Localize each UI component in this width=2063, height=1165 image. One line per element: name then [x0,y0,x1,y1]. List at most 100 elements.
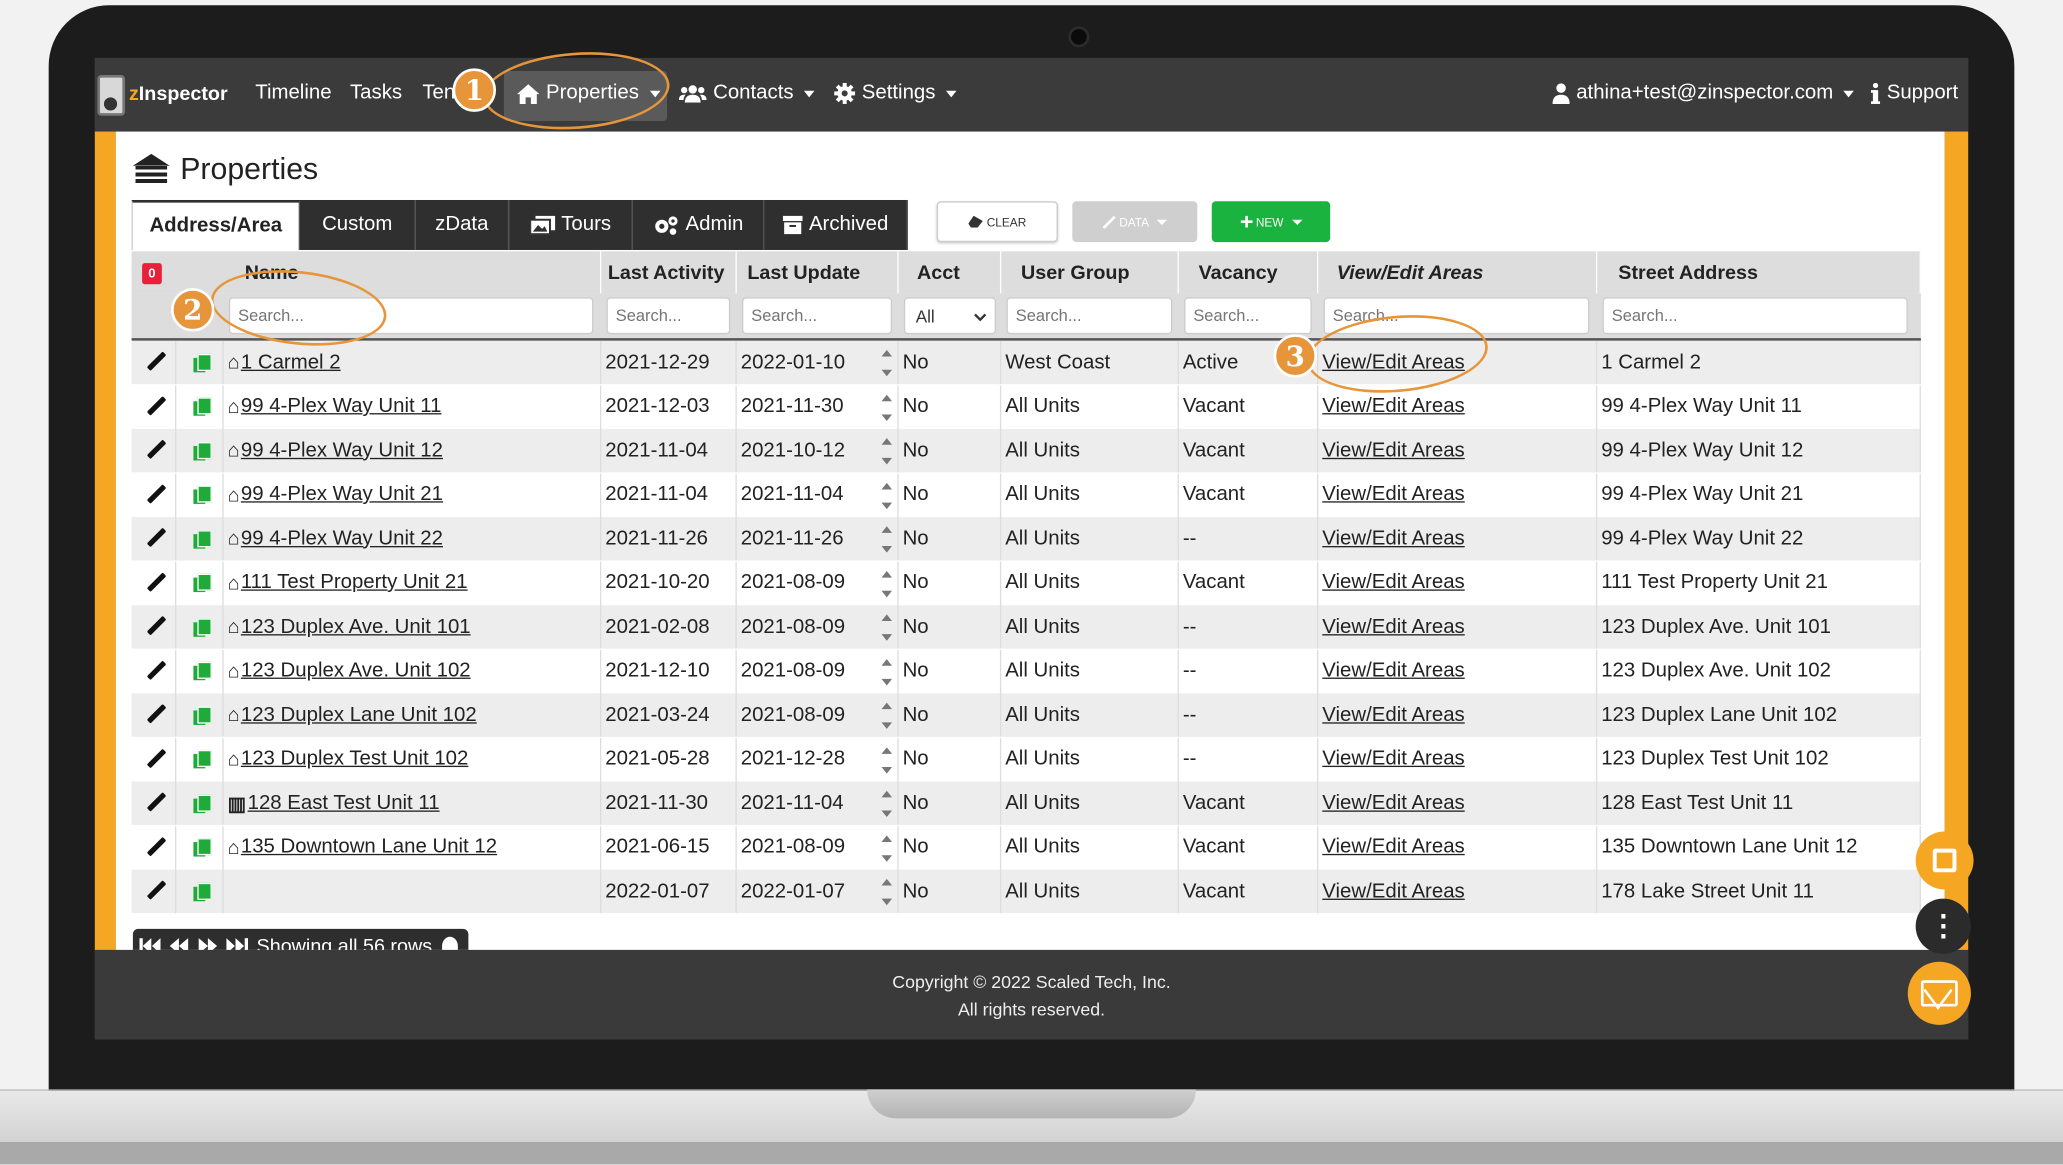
nav-properties[interactable]: Properties [517,82,661,106]
brand-logo-icon[interactable] [97,74,125,116]
column-header-acct[interactable]: Acct [899,251,1002,294]
nav-settings[interactable]: Settings [834,82,957,106]
pencil-icon[interactable] [144,660,166,682]
property-name-link[interactable]: 99 4-Plex Way Unit 21 [241,483,443,507]
copy-icon[interactable] [193,441,212,460]
sort-spinner-icon[interactable] [881,347,893,379]
sort-spinner-icon[interactable] [881,391,893,423]
sort-spinner-icon[interactable] [881,480,893,512]
copy-icon[interactable] [193,882,212,901]
pencil-icon[interactable] [144,572,166,594]
view-edit-areas-link[interactable]: View/Edit Areas [1322,571,1464,595]
view-edit-areas-link[interactable]: View/Edit Areas [1322,880,1464,904]
lightbulb-icon[interactable] [442,936,459,950]
property-name-link[interactable]: 123 Duplex Test Unit 102 [241,747,469,771]
property-name-link[interactable]: 99 4-Plex Way Unit 11 [241,395,442,419]
copy-icon[interactable] [193,794,212,813]
vacancy-search-input[interactable] [1184,297,1312,335]
next-page-icon[interactable] [197,938,218,950]
data-button[interactable]: DATA [1072,201,1198,243]
copy-icon[interactable] [193,529,212,548]
view-edit-areas-link[interactable]: View/Edit Areas [1322,395,1464,419]
view-edit-areas-link[interactable]: View/Edit Areas [1322,483,1464,507]
copy-icon[interactable] [193,705,212,725]
sort-spinner-icon[interactable] [881,832,893,864]
tab-custom[interactable]: Custom [299,199,416,250]
acct-filter-select[interactable]: All [903,297,996,335]
view-edit-areas-link[interactable]: View/Edit Areas [1322,615,1464,639]
sort-spinner-icon[interactable] [881,568,893,600]
property-name-link[interactable]: 1 Carmel 2 [241,351,341,375]
property-name-link[interactable]: 135 Downtown Lane Unit 12 [241,835,497,859]
sort-spinner-icon[interactable] [881,744,893,776]
last-page-icon[interactable] [226,938,249,950]
pencil-icon[interactable] [144,748,166,770]
nav-contacts[interactable]: Contacts [678,82,815,106]
pencil-icon[interactable] [144,395,166,417]
view-edit-areas-link[interactable]: View/Edit Areas [1322,351,1464,375]
column-header-street-address[interactable]: Street Address [1597,251,1921,294]
pencil-icon[interactable] [144,616,166,638]
copy-icon[interactable] [193,397,212,416]
fullscreen-button[interactable] [1915,831,1974,890]
user-group-search-input[interactable] [1006,297,1173,335]
column-header-last-activity[interactable]: Last Activity [601,251,737,294]
view-edit-areas-link[interactable]: View/Edit Areas [1322,527,1464,551]
sort-spinner-icon[interactable] [881,876,893,908]
pencil-icon[interactable] [144,836,166,858]
name-search-input[interactable] [228,297,594,335]
new-button[interactable]: NEW [1211,201,1331,243]
column-header-last-update[interactable]: Last Update [737,251,899,294]
pencil-icon[interactable] [144,704,166,726]
property-name-link[interactable]: 123 Duplex Ave. Unit 102 [241,659,471,683]
last-update-search-input[interactable] [742,297,893,335]
street-address-search-input[interactable] [1602,297,1908,335]
pencil-icon[interactable] [144,792,166,814]
pencil-icon[interactable] [144,880,166,902]
copy-icon[interactable] [193,353,212,372]
property-name-link[interactable]: 123 Duplex Ave. Unit 101 [241,615,471,639]
view-edit-areas-link[interactable]: View/Edit Areas [1322,703,1464,727]
copy-icon[interactable] [193,838,212,857]
tab-tours[interactable]: Tours [509,199,633,250]
pencil-icon[interactable] [144,351,166,373]
brand-name[interactable]: zInspector [129,83,228,105]
last-activity-search-input[interactable] [606,297,731,335]
pencil-icon[interactable] [144,439,166,461]
copy-icon[interactable] [193,485,212,504]
sort-spinner-icon[interactable] [881,524,893,556]
property-name-link[interactable]: 128 East Test Unit 11 [248,791,440,815]
first-page-icon[interactable] [139,938,161,950]
nav-support[interactable]: Support [1870,82,1958,106]
sort-spinner-icon[interactable] [881,788,893,820]
tab-zdata[interactable]: zData [415,199,510,250]
tab-admin[interactable]: Admin [632,199,765,250]
column-header-user-group[interactable]: User Group [1001,251,1179,294]
tab-archived[interactable]: Archived [764,199,908,250]
nav-user-menu[interactable]: athina+test@zinspector.com [1552,82,1855,106]
view-edit-areas-link[interactable]: View/Edit Areas [1322,791,1464,815]
view-edit-areas-link[interactable]: View/Edit Areas [1322,439,1464,463]
selected-count-badge[interactable]: 0 [142,263,162,285]
clear-button[interactable]: CLEAR [936,201,1058,243]
nav-tasks[interactable]: Tasks [350,82,402,106]
nav-timeline[interactable]: Timeline [255,82,331,106]
sort-spinner-icon[interactable] [881,700,893,732]
nav-templates[interactable]: Ten [422,82,455,106]
pencil-icon[interactable] [144,484,166,506]
sort-spinner-icon[interactable] [881,656,893,688]
property-name-link[interactable]: 123 Duplex Lane Unit 102 [241,703,477,727]
column-header-name[interactable]: Name [224,251,602,294]
property-name-link[interactable]: 99 4-Plex Way Unit 12 [241,439,443,463]
sort-spinner-icon[interactable] [881,612,893,644]
column-header-vacancy[interactable]: Vacancy [1179,251,1319,294]
previous-page-icon[interactable] [168,938,189,950]
more-options-button[interactable]: ⋮ [1915,898,1971,954]
view-edit-areas-link[interactable]: View/Edit Areas [1322,835,1464,859]
view-edit-areas-link[interactable]: View/Edit Areas [1322,747,1464,771]
message-button[interactable] [1907,961,1971,1025]
copy-icon[interactable] [193,573,212,593]
sort-spinner-icon[interactable] [881,435,893,467]
copy-icon[interactable] [193,661,212,681]
property-name-link[interactable]: 111 Test Property Unit 21 [241,571,468,595]
